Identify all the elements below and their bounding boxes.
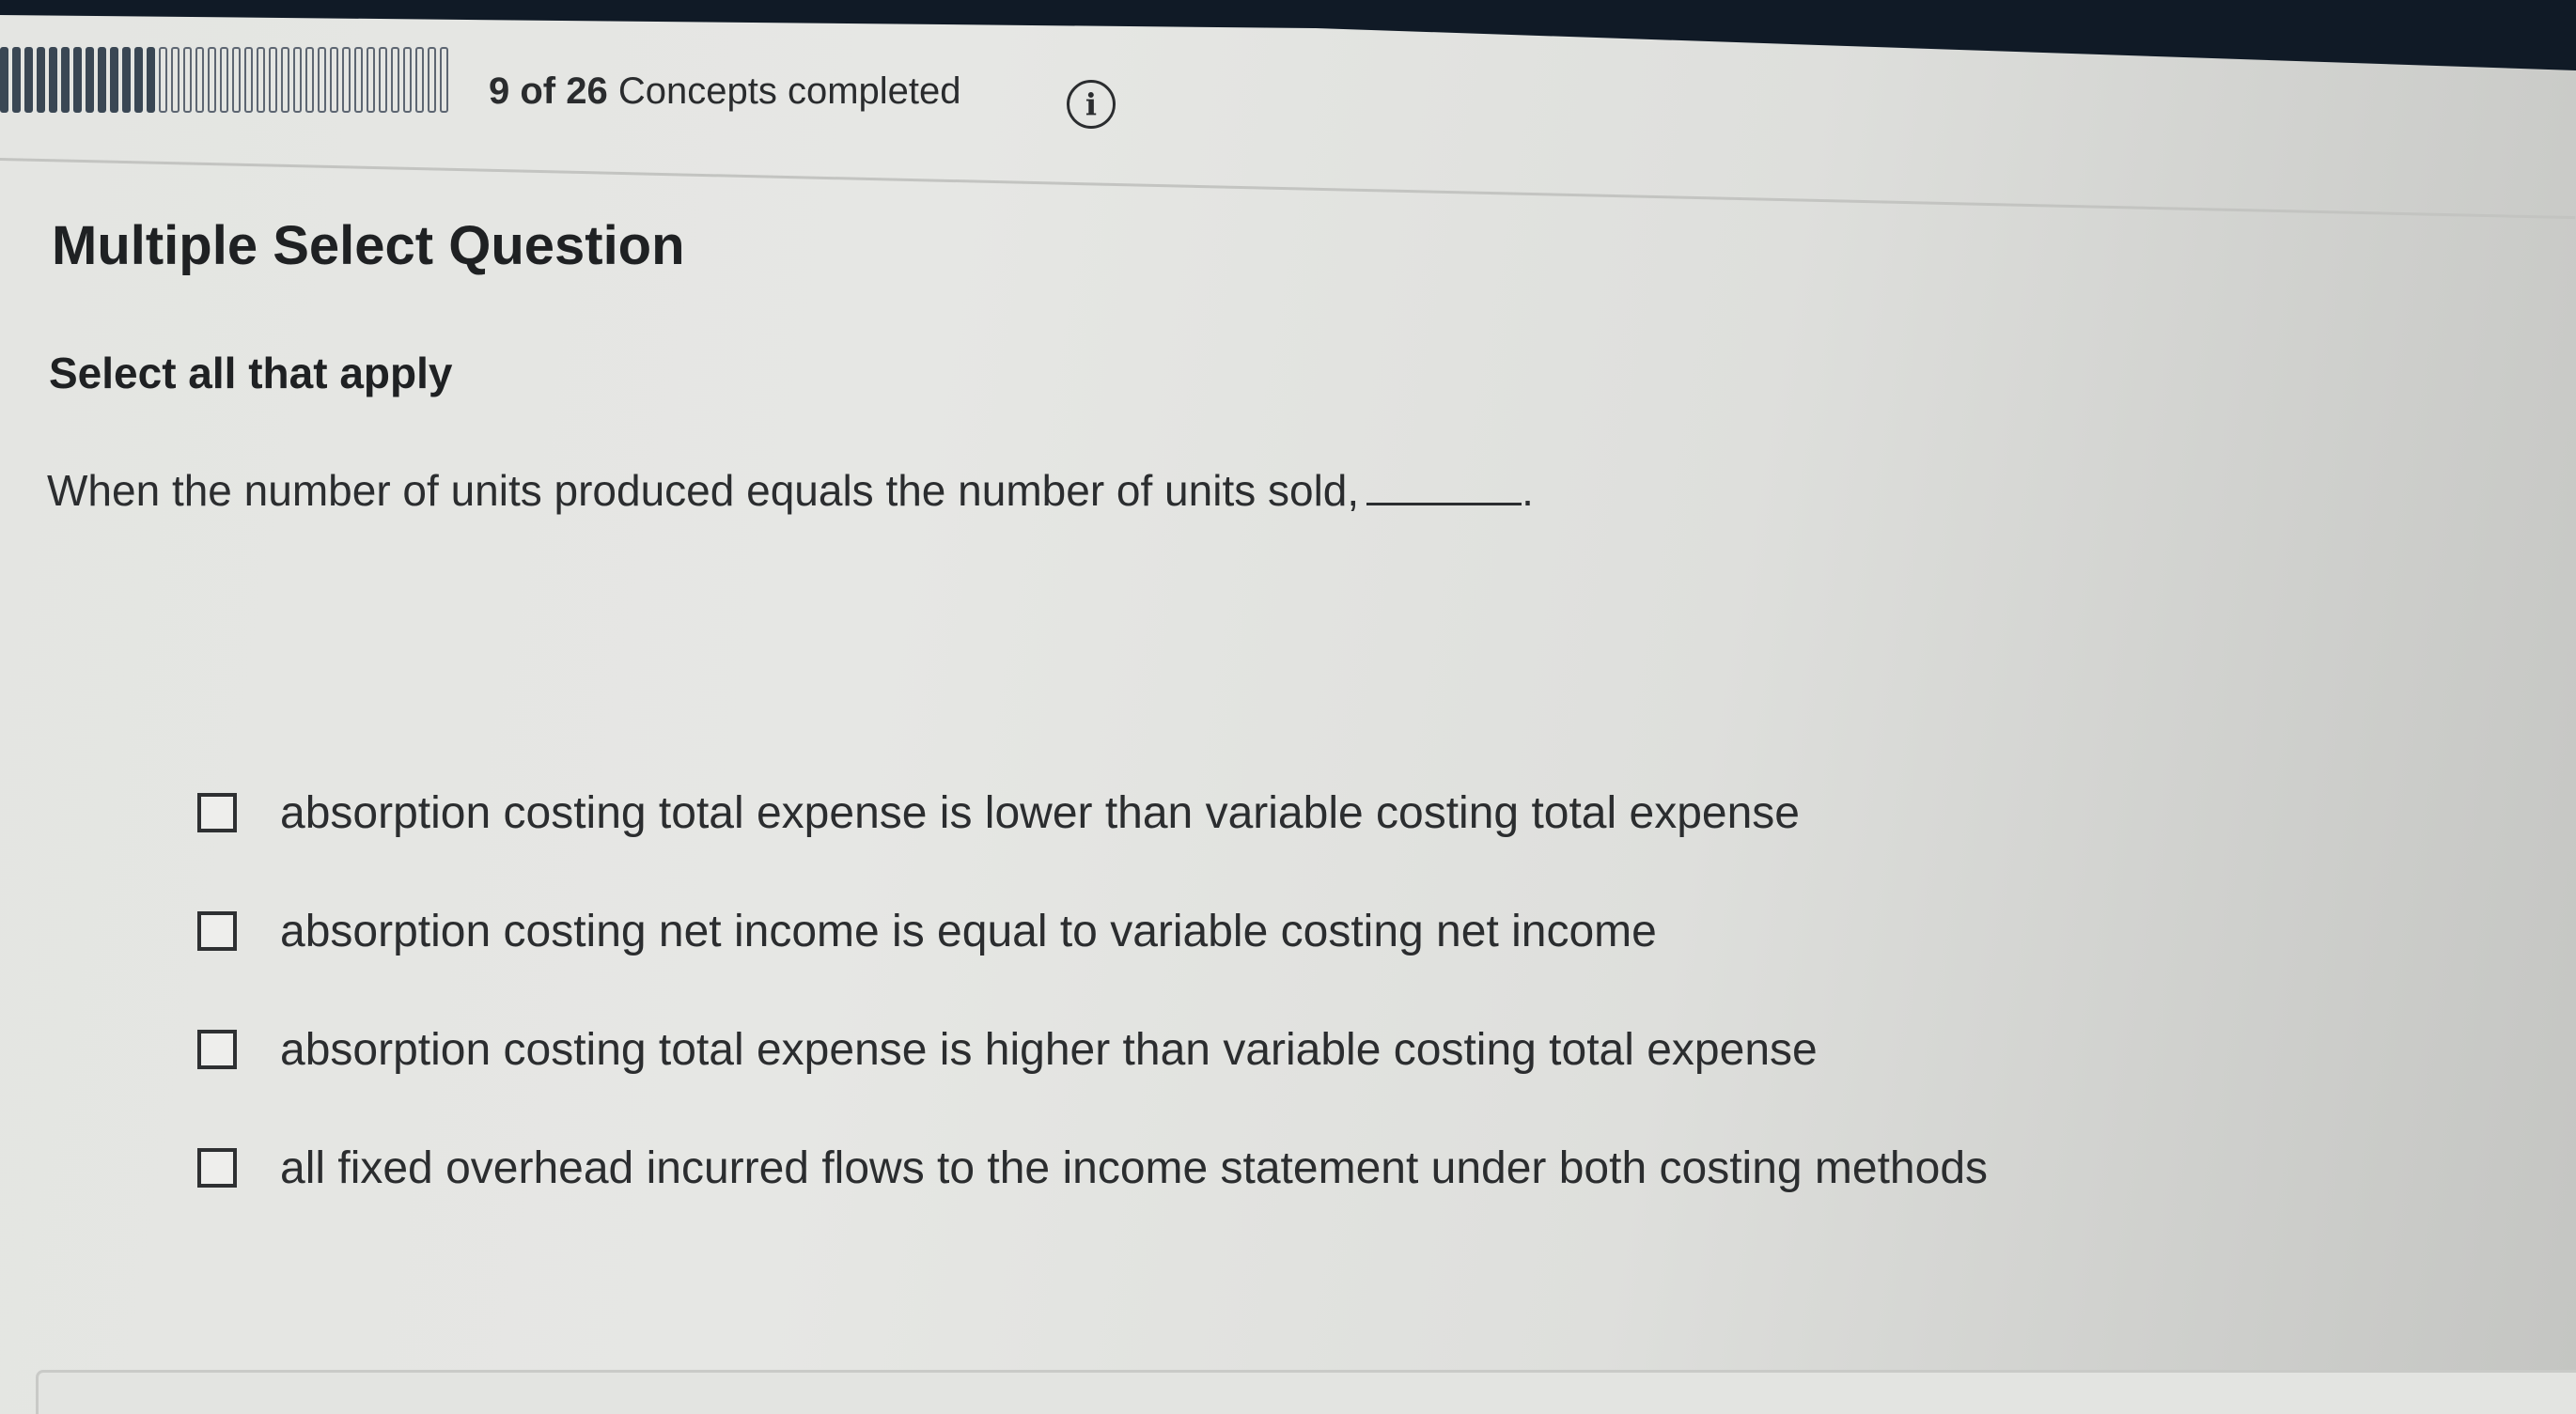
progress-segment — [269, 47, 277, 113]
progress-segment — [208, 47, 216, 113]
progress-segment — [232, 47, 241, 113]
progress-segment — [244, 47, 253, 113]
progress-segment — [403, 47, 412, 113]
progress-segment — [195, 47, 204, 113]
progress-segment — [354, 47, 363, 113]
answer-options: absorption costing total expense is lowe… — [197, 785, 1988, 1258]
progress-segment — [98, 47, 106, 113]
answer-blank — [1366, 474, 1522, 505]
question-prompt-end: . — [1522, 466, 1534, 515]
option-label[interactable]: absorption costing total expense is lowe… — [280, 787, 1800, 839]
progress-segment — [24, 47, 33, 113]
progress-text: 9 of 26 Concepts completed — [489, 70, 961, 113]
progress-segment — [49, 47, 57, 113]
progress-segment — [12, 47, 21, 113]
answer-option[interactable]: absorption costing net income is equal t… — [197, 903, 1988, 959]
question-instruction: Select all that apply — [49, 349, 453, 397]
progress-segment — [379, 47, 387, 113]
progress-segment — [305, 47, 314, 113]
header-divider — [0, 158, 2576, 220]
progress-segment — [293, 47, 302, 113]
option-label[interactable]: absorption costing net income is equal t… — [280, 906, 1657, 957]
progress-segment — [171, 47, 180, 113]
progress-segment — [367, 47, 375, 113]
progress-segment — [428, 47, 436, 113]
screen: 9 of 26 Concepts completed i Multiple Se… — [0, 0, 2576, 1414]
concept-progress-bar — [0, 47, 448, 113]
progress-segment — [61, 47, 70, 113]
option-checkbox[interactable] — [197, 1148, 237, 1188]
progress-segment — [281, 47, 289, 113]
progress-segment — [330, 47, 338, 113]
progress-segment — [415, 47, 424, 113]
progress-segment — [110, 47, 118, 113]
option-label[interactable]: absorption costing total expense is high… — [280, 1024, 1818, 1076]
progress-segment — [183, 47, 192, 113]
progress-segment — [440, 47, 448, 113]
option-checkbox[interactable] — [197, 793, 237, 832]
progress-segment — [318, 47, 326, 113]
answer-option[interactable]: all fixed overhead incurred flows to the… — [197, 1140, 1988, 1196]
progress-segment — [86, 47, 94, 113]
progress-count: 9 of 26 — [489, 70, 608, 112]
progress-segment — [342, 47, 351, 113]
info-icon[interactable]: i — [1067, 80, 1116, 129]
bottom-panel — [36, 1370, 2576, 1414]
question-prompt: When the number of units produced equals… — [47, 465, 1534, 516]
answer-option[interactable]: absorption costing total expense is high… — [197, 1021, 1988, 1078]
progress-segment — [159, 47, 167, 113]
progress-label: Concepts completed — [617, 70, 961, 112]
progress-segment — [122, 47, 131, 113]
option-checkbox[interactable] — [197, 1030, 237, 1069]
progress-segment — [220, 47, 228, 113]
progress-segment — [0, 47, 8, 113]
progress-segment — [37, 47, 45, 113]
option-label[interactable]: all fixed overhead incurred flows to the… — [280, 1142, 1988, 1194]
option-checkbox[interactable] — [197, 911, 237, 951]
answer-option[interactable]: absorption costing total expense is lowe… — [197, 785, 1988, 841]
question-prompt-text: When the number of units produced equals… — [47, 466, 1360, 515]
progress-segment — [134, 47, 143, 113]
question-type-title: Multiple Select Question — [52, 215, 685, 276]
progress-segment — [391, 47, 399, 113]
progress-segment — [257, 47, 265, 113]
progress-segment — [73, 47, 82, 113]
progress-segment — [147, 47, 155, 113]
